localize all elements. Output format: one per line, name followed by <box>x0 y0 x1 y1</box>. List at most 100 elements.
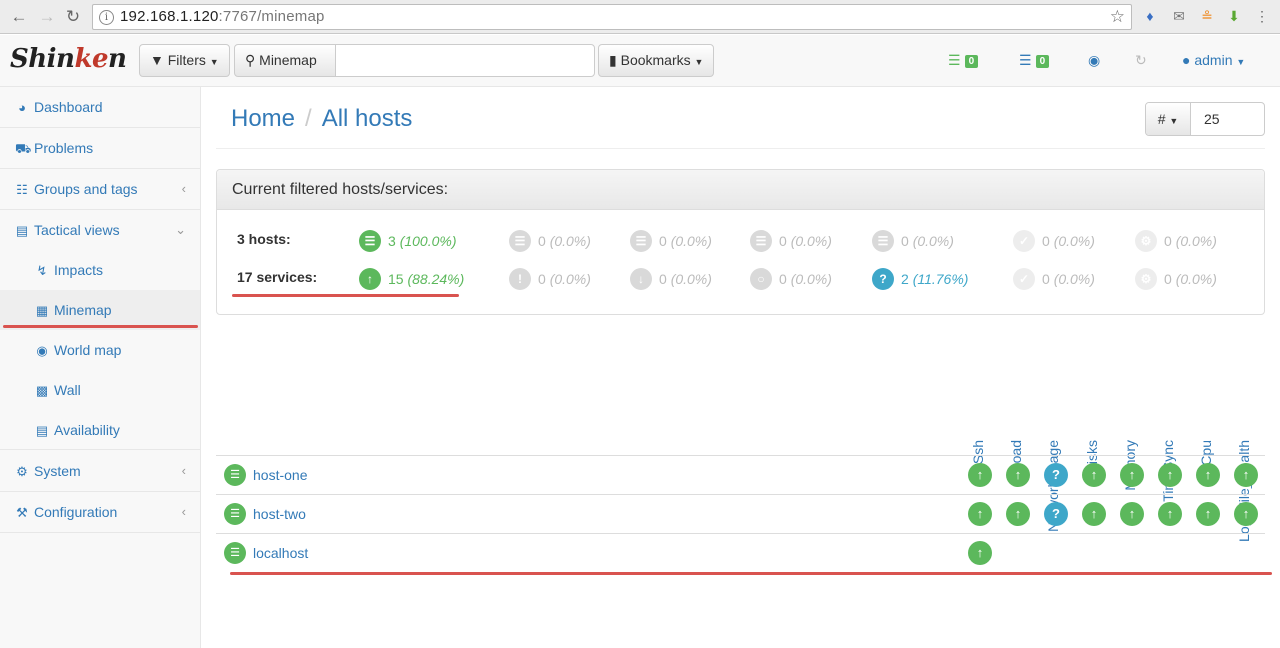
filters-button[interactable]: ▼ Filters ▼ <box>139 44 230 77</box>
cogs-icon: ⚙ <box>16 464 28 479</box>
service-ok-cell[interactable]: ↑ <box>1082 502 1106 526</box>
service-ok-cell[interactable]: ↑ <box>1006 463 1030 487</box>
sidebar-item-groups[interactable]: ☷ Groups and tags ‹ <box>0 169 200 210</box>
service-ok-cell[interactable]: ↑ <box>1196 463 1220 487</box>
chevron-left-icon: ‹ <box>181 181 186 196</box>
service-critical-icon: ↓ <box>630 268 652 290</box>
breadcrumb-home[interactable]: Home <box>231 105 295 132</box>
sidebar-item-minemap[interactable]: ▦ Minemap <box>0 290 200 330</box>
dashboard-icon: ◕ <box>18 100 26 115</box>
reload-icon[interactable]: ↻ <box>62 6 84 28</box>
mail-icon[interactable]: ✉ <box>1170 7 1188 25</box>
services-critical-stat[interactable]: 0 (0.0%) <box>659 268 712 290</box>
services-pending-stat[interactable]: 0 (0.0%) <box>779 268 832 290</box>
menu-icon[interactable]: ⋮ <box>1253 7 1271 25</box>
bar-chart-icon: ▤ <box>35 423 49 438</box>
forward-icon[interactable]: → <box>36 6 58 28</box>
sidebar-item-dashboard[interactable]: ◕ Dashboard <box>0 87 200 128</box>
service-ok-cell[interactable]: ↑ <box>1120 502 1144 526</box>
service-unknown-cell[interactable]: ? <box>1044 502 1068 526</box>
sidebar-item-wall[interactable]: ▩ Wall <box>0 370 200 410</box>
ambulance-icon: ⛟ <box>15 141 32 156</box>
back-icon[interactable]: ← <box>8 6 30 28</box>
search-input[interactable] <box>335 44 595 77</box>
server-icon: ☰ <box>948 52 961 68</box>
sidebar-item-availability[interactable]: ▤ Availability <box>0 410 200 450</box>
services-ack-stat[interactable]: 0 (0.0%) <box>1042 268 1095 290</box>
host-up-icon: ☰ <box>224 542 246 564</box>
service-ok-cell[interactable]: ↑ <box>968 502 992 526</box>
hosts-downtime-stat[interactable]: 0 (0.0%) <box>1164 230 1217 252</box>
services-downtime-stat[interactable]: 0 (0.0%) <box>1164 268 1217 290</box>
chevron-down-icon: ⌄ <box>175 222 186 237</box>
page-size-dropdown[interactable]: # ▼ <box>1146 103 1191 135</box>
service-ok-cell[interactable]: ↑ <box>968 541 992 565</box>
sidebar-item-configuration[interactable]: ⚒ Configuration ‹ <box>0 492 200 533</box>
download-icon[interactable]: ⬇ <box>1225 7 1243 25</box>
sidebar: ◕ Dashboard ⛟ Problems ☷ Groups and tags ‹ ▤… <box>0 87 201 648</box>
hosts-up-stat[interactable]: 3 (100.0%) <box>388 230 457 252</box>
extension-icon[interactable]: ♦ <box>1141 7 1159 25</box>
service-ok-cell[interactable]: ↑ <box>1234 502 1258 526</box>
service-ok-cell[interactable]: ↑ <box>1120 463 1144 487</box>
service-ok-cell[interactable]: ↑ <box>1006 502 1030 526</box>
downtime-icon: ⚙ <box>1135 268 1157 290</box>
highlight-underline <box>230 572 1272 575</box>
bookmarks-button[interactable]: ▮ Bookmarks ▼ <box>598 44 715 77</box>
service-ok-cell[interactable]: ↑ <box>1234 463 1258 487</box>
host-link[interactable]: localhost <box>253 534 308 572</box>
search-icon: ⚲ <box>245 52 256 68</box>
host-link[interactable]: host-two <box>253 495 306 533</box>
sidebar-item-worldmap[interactable]: ◉ World map <box>0 330 200 370</box>
breadcrumb: Home / All hosts <box>231 105 413 132</box>
hosts-pending-stat[interactable]: 0 (0.0%) <box>779 230 832 252</box>
hosts-unreachable-stat[interactable]: 0 (0.0%) <box>659 230 712 252</box>
list-icon: ☰ <box>1019 52 1032 68</box>
address-bar[interactable]: i 192.168.1.120:7767/minemap ☆ <box>92 4 1132 30</box>
table-row: ☰ host-one ↑ ↑ ? ↑ ↑ ↑ ↑ ↑ <box>216 455 1265 494</box>
services-warning-stat[interactable]: 0 (0.0%) <box>538 268 591 290</box>
sidebar-item-impacts[interactable]: ↯ Impacts <box>0 250 200 290</box>
hosts-down-stat[interactable]: 0 (0.0%) <box>538 230 591 252</box>
service-pending-icon: ○ <box>750 268 772 290</box>
table-row: ☰ host-two ↑ ↑ ? ↑ ↑ ↑ ↑ ↑ <box>216 494 1265 533</box>
caret-down-icon: ▼ <box>1169 116 1179 126</box>
services-problems-indicator[interactable]: ☰ 0 <box>1019 52 1050 69</box>
sidebar-item-system[interactable]: ⚙ System ‹ <box>0 451 200 492</box>
services-unknown-stat[interactable]: 2 (11.76%) <box>901 268 968 290</box>
page-size-input[interactable]: 25 <box>1204 103 1220 135</box>
services-ok-stat[interactable]: 15 (88.24%) <box>388 268 464 290</box>
search-button[interactable]: ⚲ Minemap <box>234 44 336 77</box>
user-menu[interactable]: ● admin ▼ <box>1182 52 1245 68</box>
info-icon[interactable]: i <box>99 10 114 25</box>
host-up-icon: ☰ <box>224 503 246 525</box>
hosts-label: 3 hosts: <box>237 231 291 247</box>
host-unknown-icon: ☰ <box>872 230 894 252</box>
ack-icon: ✓ <box>1013 230 1035 252</box>
bookmark-star-icon[interactable]: ☆ <box>1110 5 1125 29</box>
service-warning-icon: ! <box>509 268 531 290</box>
sidebar-item-problems[interactable]: ⛟ Problems <box>0 128 200 169</box>
service-ok-cell[interactable]: ↑ <box>968 463 992 487</box>
sidebar-item-tactical[interactable]: ▤ Tactical views ⌄ <box>0 210 200 251</box>
grid-icon: ▩ <box>35 383 49 398</box>
hosts-unknown-stat[interactable]: 0 (0.0%) <box>901 230 954 252</box>
hosts-problems-indicator[interactable]: ☰ 0 <box>948 52 979 69</box>
filter-icon: ▼ <box>150 52 164 68</box>
refresh-icon[interactable]: ↻ <box>1135 52 1147 69</box>
caret-down-icon: ▼ <box>694 57 704 67</box>
rss-icon[interactable]: ≗ <box>1198 7 1216 25</box>
wrench-icon: ⚒ <box>16 505 28 520</box>
hosts-ack-stat[interactable]: 0 (0.0%) <box>1042 230 1095 252</box>
service-ok-cell[interactable]: ↑ <box>1196 502 1220 526</box>
downtime-icon: ⚙ <box>1135 230 1157 252</box>
service-unknown-cell[interactable]: ? <box>1044 463 1068 487</box>
chevron-left-icon: ‹ <box>181 504 186 519</box>
ack-icon: ✓ <box>1013 268 1035 290</box>
service-ok-cell[interactable]: ↑ <box>1158 502 1182 526</box>
host-link[interactable]: host-one <box>253 456 307 494</box>
eye-icon[interactable]: ◉ <box>1088 52 1100 69</box>
service-ok-cell[interactable]: ↑ <box>1158 463 1182 487</box>
service-ok-cell[interactable]: ↑ <box>1082 463 1106 487</box>
shinken-logo[interactable]: Shinken <box>10 44 127 74</box>
